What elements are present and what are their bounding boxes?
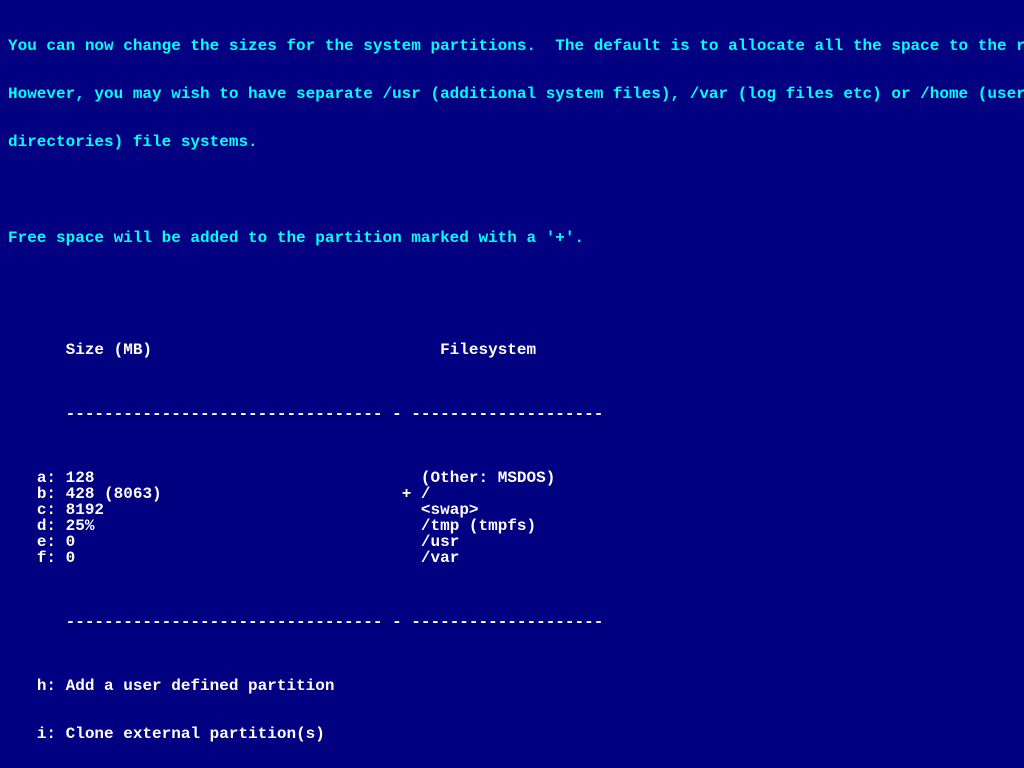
intro-line-3: directories) file systems. (8, 134, 1016, 150)
partition-size: 0 (66, 549, 402, 567)
partition-filesystem: /var (421, 549, 459, 567)
blank-line (8, 278, 1016, 294)
table-divider-bottom: --------------------------------- - ----… (8, 614, 1016, 630)
table-header: Size (MB) Filesystem (8, 342, 1016, 358)
action-i[interactable]: i: Clone external partition(s) (8, 726, 1016, 742)
intro-line-2: However, you may wish to have separate /… (8, 86, 1016, 102)
intro-line-5: Free space will be added to the partitio… (8, 230, 1016, 246)
header-size: Size (MB) (66, 341, 152, 359)
header-fs: Filesystem (440, 341, 536, 359)
menu-label: Add a user defined partition (66, 677, 335, 695)
intro-line-1: You can now change the sizes for the sys… (8, 38, 1016, 54)
partition-row-a[interactable]: a: 128 (Other: MSDOS) (8, 470, 1016, 486)
menu-label: Clone external partition(s) (66, 725, 325, 743)
menu-key: h: (37, 677, 56, 695)
menu-key: i: (37, 725, 56, 743)
partition-filesystem: (Other: MSDOS) (421, 469, 555, 487)
partition-row-c[interactable]: c: 8192 <swap> (8, 502, 1016, 518)
partition-row-f[interactable]: f: 0 /var (8, 550, 1016, 566)
partition-sizer-screen: You can now change the sizes for the sys… (0, 0, 1024, 768)
action-h[interactable]: h: Add a user defined partition (8, 678, 1016, 694)
table-divider-top: --------------------------------- - ----… (8, 406, 1016, 422)
menu-key: f: (37, 549, 56, 567)
partition-row-b[interactable]: b: 428 (8063) + / (8, 486, 1016, 502)
blank-line (8, 182, 1016, 198)
partition-row-e[interactable]: e: 0 /usr (8, 534, 1016, 550)
partition-row-d[interactable]: d: 25% /tmp (tmpfs) (8, 518, 1016, 534)
free-space-marker (402, 549, 412, 567)
